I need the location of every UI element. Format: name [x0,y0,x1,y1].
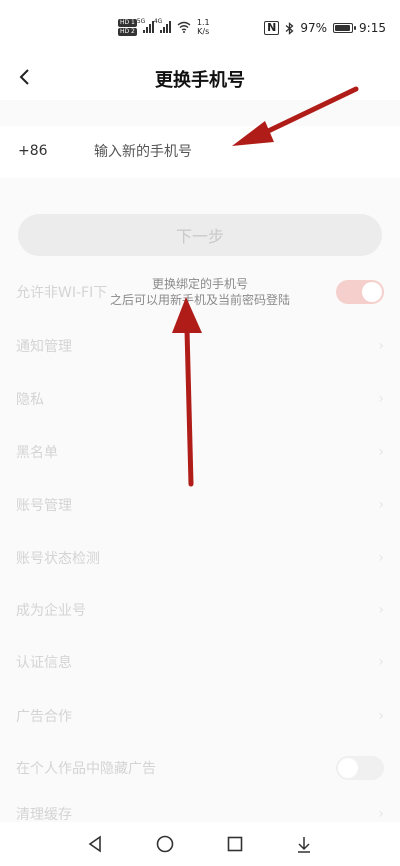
page-title: 更换手机号 [155,70,245,91]
sim1-badge: HD 1 [118,18,137,27]
signal-1-label: 5G [136,18,146,25]
bg-toggle-off [336,756,384,780]
bg-setting-row: 通知管理 › [16,334,384,358]
bg-setting-label: 成为企业号 [16,603,86,619]
bg-setting-row: 账号状态检测 › [16,546,384,570]
signal-2-icon: 4G [154,18,171,33]
chevron-right-icon: › [378,806,384,822]
bg-setting-label: 广告合作 [16,709,72,725]
phone-input-row: +86 [0,126,400,178]
bg-setting-label: 清理缓存 [16,807,72,823]
square-recents-icon [227,836,243,852]
bg-setting-row: 广告合作 › [16,704,384,728]
bg-setting-row: 黑名单 › [16,440,384,464]
sim2-badge: HD 2 [118,27,137,36]
wifi-icon [177,21,191,33]
status-right: N 97% 9:15 [264,21,386,35]
nav-notification-button[interactable] [292,832,316,856]
network-speed-value: 1.1 [196,18,210,27]
background-settings-list: 允许非WI-FI下 通知管理 › 隐私 › 黑名单 › 账号管理 › 账号状态检… [0,100,400,823]
bg-setting-row: 账号管理 › [16,493,384,517]
network-speed: 1.1 K/s [197,18,210,36]
bg-setting-row: 在个人作品中隐藏广告 [16,756,384,780]
bg-setting-label: 隐私 [16,392,44,408]
chevron-right-icon: › [378,708,384,724]
country-code[interactable]: +86 [18,143,48,159]
chevron-right-icon: › [378,444,384,460]
bluetooth-icon [285,21,294,35]
chevron-right-icon: › [378,602,384,618]
chevron-right-icon: › [378,391,384,407]
chevron-right-icon: › [378,338,384,354]
nav-home-button[interactable] [153,832,177,856]
sim-indicators: HD 1 HD 2 [118,18,137,36]
status-bar: HD 1 HD 2 5G 4G 1.1 K/s N 97% 9:15 [0,0,400,58]
signal-2-label: 4G [153,18,163,25]
battery-fill [335,25,351,31]
status-left: HD 1 HD 2 5G 4G 1.1 K/s [118,18,210,36]
tip-line-1: 更换绑定的手机号 [151,277,248,291]
bg-setting-label: 账号管理 [16,498,72,514]
bg-setting-row: 认证信息 › [16,650,384,674]
clock: 9:15 [359,21,386,35]
tip-line-2: 之后可以用新手机及当前密码登陆 [109,293,290,307]
nfc-icon: N [264,21,280,35]
system-navigation-bar [0,822,400,866]
next-button[interactable]: 下一步 [18,214,382,256]
nav-back-button[interactable] [83,832,107,856]
bg-setting-row: 成为企业号 › [16,598,384,622]
signal-1-icon: 5G [137,18,154,33]
bg-setting-label: 在个人作品中隐藏广告 [16,761,156,777]
network-speed-unit: K/s [197,27,210,36]
bg-setting-label: 黑名单 [16,445,58,461]
bg-setting-label: 通知管理 [16,339,72,355]
bg-setting-label: 认证信息 [16,655,72,671]
circle-home-icon [156,835,174,853]
chevron-right-icon: › [378,497,384,513]
nav-recents-button[interactable] [223,832,247,856]
chevron-right-icon: › [378,550,384,566]
battery-icon [333,23,357,33]
bg-setting-row: 隐私 › [16,387,384,411]
header: 更换手机号 [0,58,400,100]
chevron-right-icon: › [378,654,384,670]
triangle-back-icon [88,835,101,853]
phone-input[interactable] [94,136,384,168]
bg-setting-label: 账号状态检测 [16,551,100,567]
arrow-down-icon [298,837,310,853]
battery-percent: 97% [300,21,328,35]
